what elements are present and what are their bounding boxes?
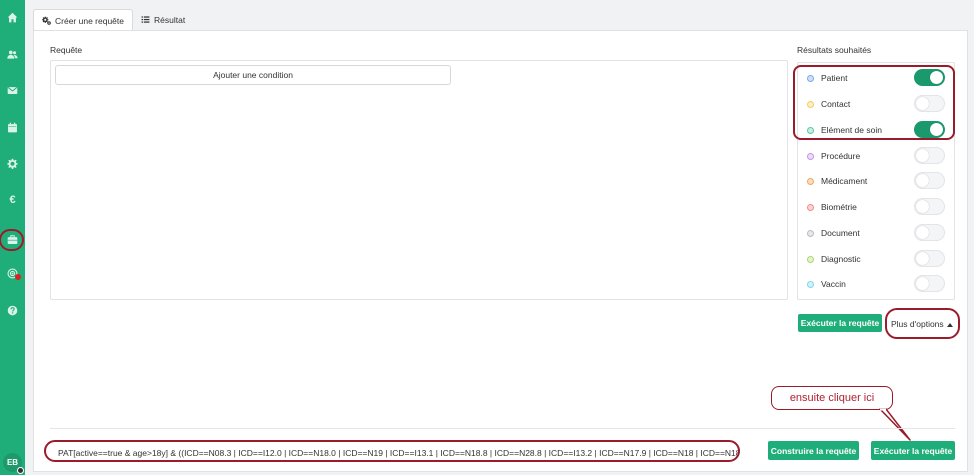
- users-icon[interactable]: [3, 45, 22, 64]
- envelope-icon[interactable]: [3, 81, 22, 100]
- procedure-toggle[interactable]: [914, 147, 945, 164]
- toggle-knob: [916, 277, 929, 290]
- gears-icon: [42, 16, 51, 25]
- document-color-dot: [807, 229, 814, 237]
- biometrics-toggle[interactable]: [914, 198, 945, 215]
- more-options-highlight-annotation: [885, 308, 960, 339]
- active-item-highlight: [0, 229, 24, 251]
- biometrics-color-dot: [807, 203, 814, 211]
- toggle-knob: [916, 252, 929, 265]
- results-highlight-annotation: [793, 65, 955, 140]
- list-icon: [141, 16, 150, 23]
- question-icon[interactable]: [3, 301, 22, 320]
- presence-dot: [17, 467, 24, 474]
- build-query-button[interactable]: Construire la requête: [768, 441, 859, 460]
- result-item-label: Document: [821, 228, 860, 238]
- tab-create-query-label: Créer une requête: [55, 15, 124, 26]
- result-item-document: Document: [807, 224, 955, 241]
- diagnostic-color-dot: [807, 255, 814, 263]
- result-item-procedure: Procédure: [807, 147, 955, 164]
- query-label: Requête: [50, 45, 83, 55]
- euro-icon[interactable]: €: [3, 190, 22, 209]
- result-item-label: Vaccin: [821, 279, 846, 289]
- toggle-knob: [916, 200, 929, 213]
- query-string-display: PAT[active==true & age>18y] & ((ICD==N08…: [44, 440, 740, 462]
- toggle-knob: [916, 174, 929, 187]
- result-item-vaccine: Vaccin: [807, 275, 955, 292]
- divider: [50, 428, 955, 429]
- result-item-biometrics: Biométrie: [807, 198, 955, 215]
- result-item-label: Diagnostic: [821, 254, 861, 264]
- notification-dot: [15, 274, 21, 280]
- procedure-color-dot: [807, 152, 814, 160]
- tab-create-query[interactable]: Créer une requête: [33, 9, 133, 31]
- add-condition-button[interactable]: Ajouter une condition: [55, 65, 451, 85]
- document-toggle[interactable]: [914, 224, 945, 241]
- result-item-label: Biométrie: [821, 202, 857, 212]
- euro-glyph: €: [9, 193, 16, 206]
- vaccine-toggle[interactable]: [914, 275, 945, 292]
- result-item-label: Médicament: [821, 176, 868, 186]
- tab-result-label: Résultat: [154, 14, 186, 25]
- result-item-label: Procédure: [821, 151, 861, 161]
- query-builder-area[interactable]: [50, 60, 788, 300]
- execute-query-button-bottom[interactable]: Exécuter la requête: [871, 441, 955, 460]
- sidebar: € EB: [0, 0, 25, 475]
- tab-bar: Créer une requête Résultat: [33, 9, 193, 31]
- tab-result[interactable]: Résultat: [133, 9, 193, 30]
- result-item-diagnostic: Diagnostic: [807, 250, 955, 267]
- results-label: Résultats souhaités: [797, 45, 872, 55]
- result-item-medication: Médicament: [807, 172, 955, 189]
- medication-color-dot: [807, 177, 814, 185]
- toggle-knob: [916, 226, 929, 239]
- diagnostic-toggle[interactable]: [914, 250, 945, 267]
- medication-toggle[interactable]: [914, 172, 945, 189]
- calendar-icon[interactable]: [3, 118, 22, 137]
- toggle-knob: [916, 149, 929, 162]
- gear-icon[interactable]: [3, 154, 22, 173]
- execute-query-button-top[interactable]: Exécuter la requête: [798, 314, 882, 332]
- callout-annotation: ensuite cliquer ici: [771, 386, 893, 410]
- vaccine-color-dot: [807, 280, 814, 288]
- home-icon[interactable]: [3, 8, 22, 27]
